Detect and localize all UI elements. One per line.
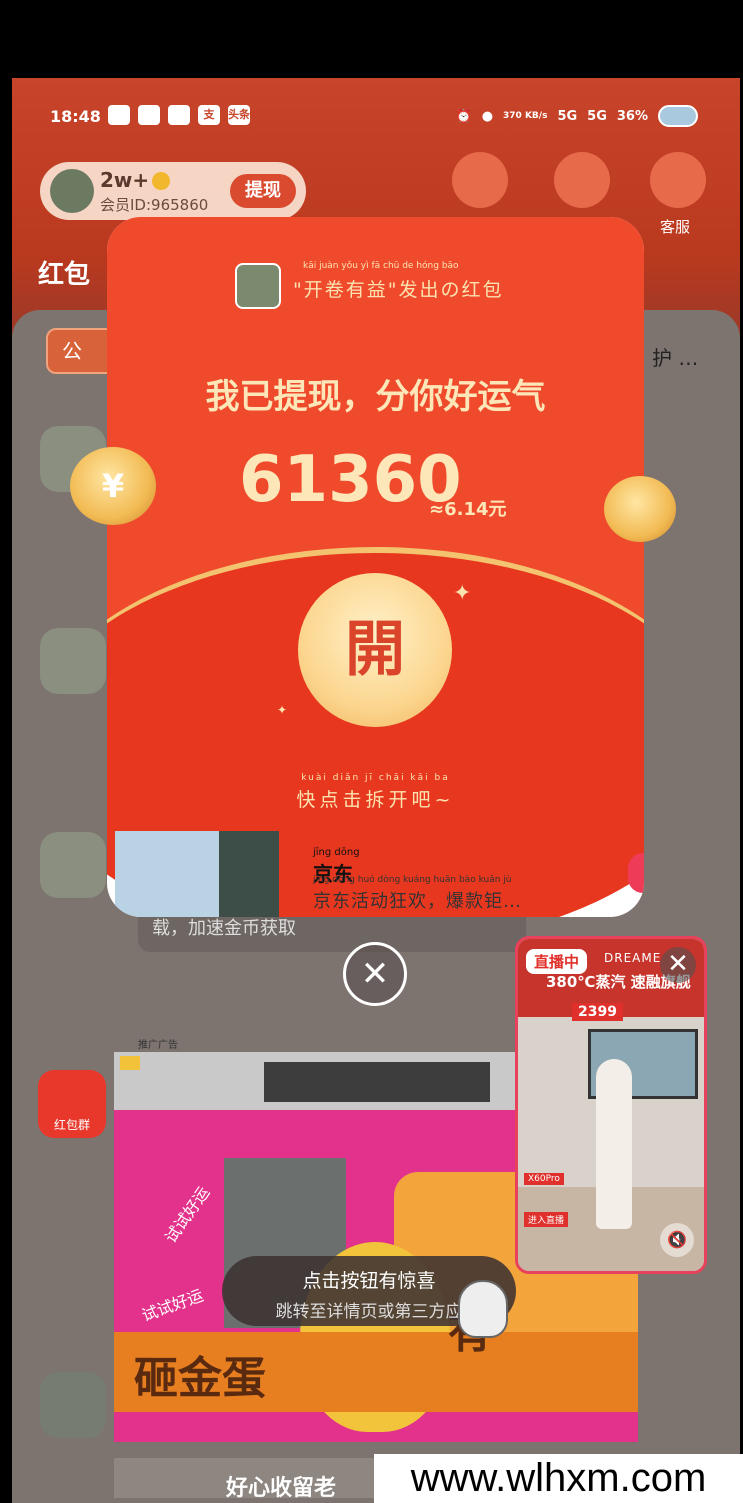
watermark: www.wlhxm.com (374, 1454, 743, 1503)
open-button[interactable]: 開 (298, 573, 452, 727)
mute-icon[interactable]: 🔇 (660, 1223, 694, 1257)
close-icon[interactable]: ✕ (660, 947, 696, 983)
live-enter-label[interactable]: 进入直播 (524, 1212, 569, 1227)
location-icon: ● (481, 108, 494, 124)
sender-name: kāi juàn yǒu yì fā chū de hóng bāo "开卷有益… (293, 261, 504, 302)
hand-pointer-icon (458, 1280, 508, 1338)
member-card[interactable]: 2w+ 会员ID:965860 提现 (40, 162, 306, 220)
member-count: 2w+ (100, 168, 150, 192)
page-title: 红包 (38, 260, 91, 290)
sender-text: "开卷有益"发出の红包 (293, 279, 504, 301)
status-bar: 18:48 支 头条 ⏰ ● 370 KB/s 5G 5G 36% (12, 98, 740, 138)
battery-level: 36% (616, 108, 648, 124)
ad-heading: 推广广告 (138, 1040, 178, 1051)
hint-text: 快点击拆开吧~ (296, 789, 455, 811)
side-text: 护 … (652, 346, 699, 370)
ad-side-text: 试试好运 (161, 1183, 214, 1247)
host-figure (596, 1059, 632, 1229)
chat-icon[interactable] (452, 152, 508, 208)
hint-pinyin: kuài diǎn jī chāi kāi ba (301, 773, 450, 783)
network-1: 5G (557, 108, 578, 124)
ad-video-frame (264, 1062, 490, 1102)
live-price: 2399 (572, 1003, 623, 1021)
sender-pinyin: kāi juàn yǒu yì fā chū de hóng bāo (303, 261, 459, 271)
packet-headline: 我已提现，分你好运气 (205, 377, 546, 417)
graduation-cap-icon[interactable] (554, 152, 610, 208)
ad-big-text: 砸金蛋 (134, 1353, 266, 1404)
red-packet-modal: kāi juàn yǒu yì fā chū de hóng bāo "开卷有益… (107, 217, 644, 917)
service-label: 客服 (660, 218, 691, 236)
sponsor-desc[interactable]: jīng dōng huó dòng kuáng huān bào kuǎn j… (313, 875, 522, 913)
net-speed: 370 KB/s (503, 111, 548, 121)
list-item-avatar[interactable] (40, 1372, 106, 1438)
coin-icon: ¥ (70, 447, 156, 525)
close-modal-button[interactable]: ✕ (343, 942, 407, 1006)
coin-icon (604, 476, 676, 542)
network-2: 5G (587, 108, 607, 124)
ad-label (120, 1056, 140, 1070)
status-right: ⏰ ● 370 KB/s 5G 5G 36% (455, 105, 698, 127)
sender-avatar (235, 263, 281, 309)
packet-approx: ≈6.14元 (429, 499, 507, 520)
sponsor-desc-text: 京东活动狂欢，爆款钜… (313, 891, 522, 912)
sparkle-icon: ✦ (277, 703, 288, 717)
live-stream-card[interactable]: 直播中 DREAME 380℃蒸汽 速融旗舰 2399 X60Pro 进入直播 … (515, 936, 707, 1274)
sponsor-image (219, 831, 279, 917)
avatar (50, 169, 94, 213)
alipay-icon: 支 (198, 105, 220, 125)
list-item-avatar[interactable] (40, 832, 106, 898)
status-time: 18:48 (50, 107, 101, 126)
alarm-icon: ⏰ (455, 108, 472, 124)
packet-hint: kuài diǎn jī chāi kāi ba 快点击拆开吧~ (107, 773, 644, 812)
toutiao-icon: 头条 (228, 105, 250, 125)
bili-icon (108, 105, 130, 125)
wechat-icon (168, 105, 190, 125)
redpack-group-badge[interactable]: 红包群 (38, 1070, 106, 1138)
coin-icon (152, 172, 170, 190)
list-item-avatar[interactable] (40, 628, 106, 694)
tab-tag[interactable]: 公 (46, 328, 116, 374)
headset-icon[interactable] (650, 152, 706, 208)
notification-icons: 支 头条 (108, 105, 250, 125)
sparkle-icon: ✦ (453, 581, 472, 606)
live-brand: DREAME (604, 951, 662, 965)
bird-icon (138, 105, 160, 125)
ad-side-text: 试试好运 (139, 1285, 206, 1326)
sponsor-desc-pinyin: jīng dōng huó dòng kuáng huān bào kuǎn j… (313, 875, 512, 885)
withdraw-button[interactable]: 提现 (230, 174, 296, 208)
sponsor-edge (628, 853, 644, 893)
bottom-caption: 好心收留老 (226, 1476, 337, 1501)
battery-icon (658, 105, 698, 127)
sponsor-pinyin: jīng dōng (313, 847, 360, 858)
member-id: 会员ID:965860 (100, 196, 209, 214)
sponsor-image (115, 831, 219, 917)
live-model: X60Pro (524, 1173, 564, 1185)
